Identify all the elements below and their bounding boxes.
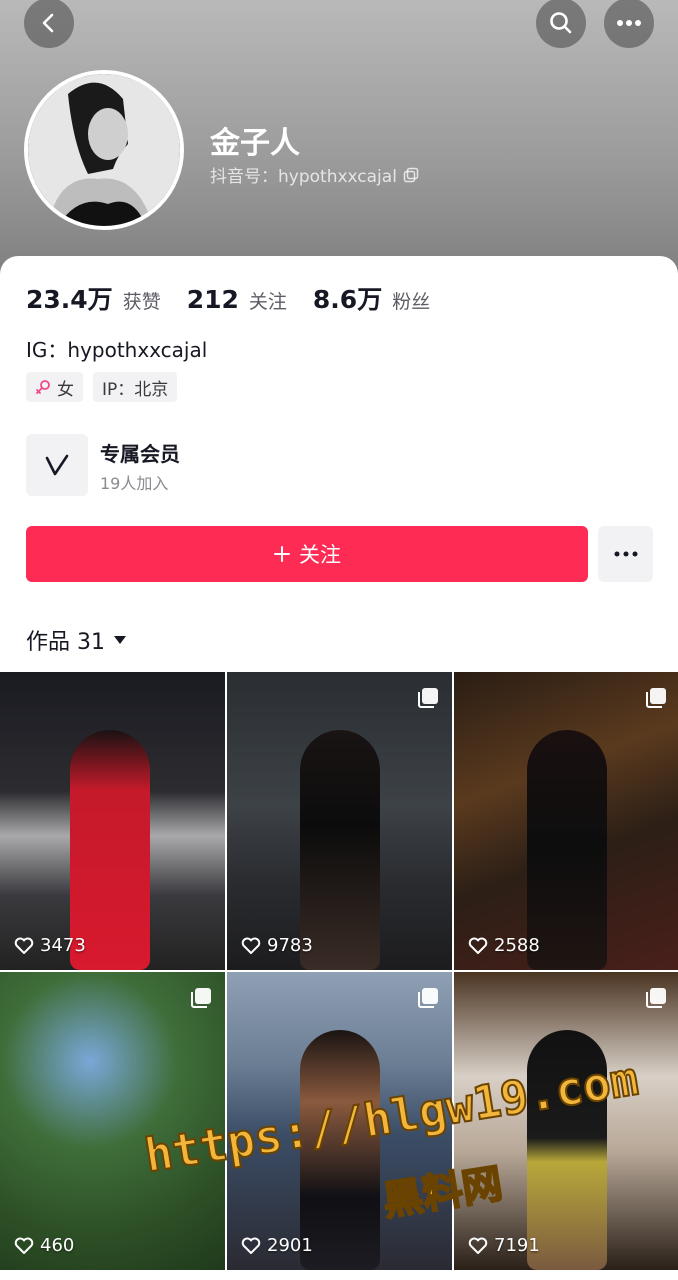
back-button[interactable] — [24, 0, 74, 48]
thumbnail-figure — [299, 730, 380, 970]
multi-image-icon — [418, 688, 438, 708]
search-icon — [550, 12, 572, 34]
gender-text: 女 — [57, 379, 74, 400]
heart-icon — [241, 937, 261, 954]
followers-count[interactable]: 8.6万 — [313, 280, 382, 316]
bio-text: IG：hypothxxcajal — [26, 338, 208, 362]
avatar-photo — [28, 74, 180, 226]
more-actions-button[interactable] — [598, 526, 653, 582]
thumbnail — [0, 972, 225, 1270]
ip-tag: IP：北京 — [93, 372, 178, 402]
member-logo — [26, 434, 88, 496]
video-tile[interactable]: 9783 — [227, 672, 452, 970]
thumbnail-figure — [70, 730, 150, 970]
followers-label: 粉丝 — [392, 291, 431, 313]
heart-icon — [468, 1237, 488, 1254]
heart-icon — [14, 937, 34, 954]
like-count-text: 9783 — [267, 935, 313, 956]
caret-down-icon — [114, 636, 126, 644]
multi-image-icon — [418, 988, 438, 1008]
following-label: 关注 — [248, 291, 287, 313]
search-button[interactable] — [536, 0, 586, 48]
thumbnail-figure — [299, 1030, 380, 1270]
member-title: 专属会员 — [100, 442, 180, 466]
like-count-text: 3473 — [40, 935, 86, 956]
thumbnail-figure — [527, 730, 607, 970]
like-count-text: 7191 — [494, 1235, 540, 1256]
nickname: 金子人 — [210, 126, 300, 161]
video-tile[interactable]: 7191 — [454, 972, 678, 1270]
ip-text: IP：北京 — [102, 379, 169, 400]
video-tile[interactable]: 3473 — [0, 672, 225, 970]
plus-icon — [274, 546, 290, 562]
chevron-left-icon — [42, 13, 54, 33]
stats-row: 23.4万 获赞 212 关注 8.6万 粉丝 — [26, 280, 446, 316]
heart-icon — [14, 1237, 34, 1254]
follow-button[interactable]: 关注 — [26, 526, 588, 582]
more-dots-icon — [617, 20, 641, 26]
video-tile[interactable]: 2588 — [454, 672, 678, 970]
female-icon — [36, 380, 50, 394]
like-count: 460 — [14, 1235, 74, 1256]
profile-header: 金子人 抖音号：hypothxxcajal — [0, 0, 678, 300]
video-tile[interactable]: 2901 — [227, 972, 452, 1270]
video-tile[interactable]: 460 — [0, 972, 225, 1270]
heart-icon — [468, 937, 488, 954]
like-count-text: 2588 — [494, 935, 540, 956]
tags-row: 女 IP：北京 — [26, 372, 178, 402]
like-count: 2588 — [468, 935, 540, 956]
douyin-id[interactable]: 抖音号：hypothxxcajal — [210, 162, 419, 187]
multi-image-icon — [191, 988, 211, 1008]
follow-label: 关注 — [299, 543, 341, 567]
works-grid: 3473 9783 2588 460 2901 7191 — [0, 672, 678, 1270]
copy-icon[interactable] — [403, 167, 419, 183]
like-count: 7191 — [468, 1235, 540, 1256]
works-tab[interactable]: 作品 31 — [26, 624, 127, 656]
thumbnail-figure — [527, 1030, 607, 1270]
exclusive-member-entry[interactable]: 专属会员 19人加入 — [26, 434, 426, 496]
likes-count[interactable]: 23.4万 — [26, 280, 113, 316]
multi-image-icon — [646, 988, 666, 1008]
like-count-text: 460 — [40, 1235, 75, 1256]
more-dots-icon — [614, 551, 637, 557]
multi-image-icon — [646, 688, 666, 708]
likes-label: 获赞 — [122, 291, 161, 313]
member-subtitle: 19人加入 — [100, 474, 169, 493]
works-tab-label: 作品 31 — [26, 630, 105, 655]
like-count: 9783 — [241, 935, 313, 956]
avatar[interactable] — [24, 70, 184, 230]
heart-icon — [241, 1237, 261, 1254]
like-count-text: 2901 — [267, 1235, 313, 1256]
member-v-icon — [45, 454, 69, 476]
like-count: 3473 — [14, 935, 86, 956]
following-count[interactable]: 212 — [187, 285, 239, 314]
like-count: 2901 — [241, 1235, 313, 1256]
more-options-button[interactable] — [604, 0, 654, 48]
douyin-id-text: 抖音号：hypothxxcajal — [210, 167, 397, 187]
gender-tag: 女 — [26, 372, 83, 402]
